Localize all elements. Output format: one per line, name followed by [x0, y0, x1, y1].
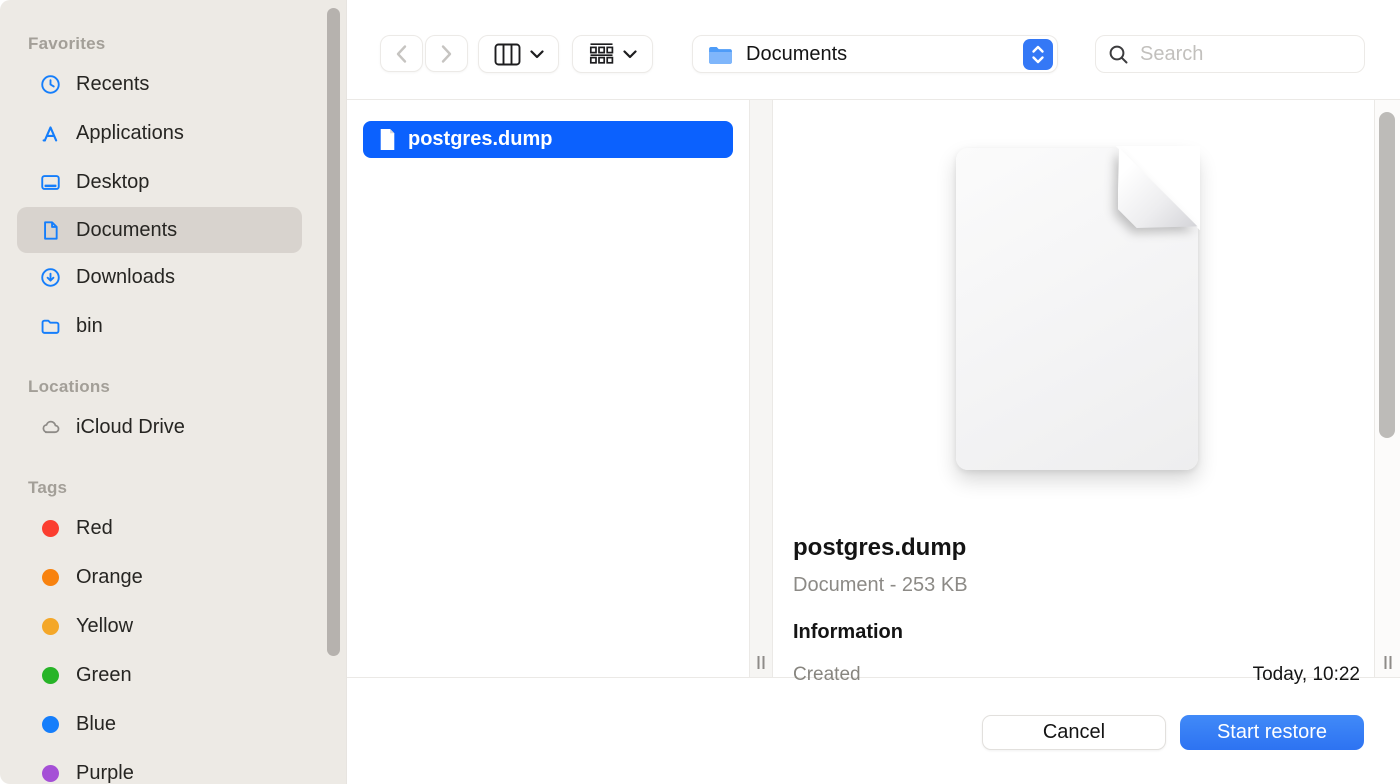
download-circle-icon	[37, 265, 63, 291]
created-label: Created	[793, 664, 861, 686]
sidebar-tag-orange[interactable]: Orange	[0, 553, 346, 602]
tag-dot-purple-icon	[37, 761, 63, 784]
preview-information-heading: Information	[793, 621, 1360, 644]
chevron-left-icon	[395, 44, 408, 64]
location-popup-label: Documents	[746, 43, 1011, 66]
start-restore-button[interactable]: Start restore	[1180, 715, 1364, 750]
toolbar: Documents	[347, 0, 1400, 100]
sidebar-item-bin[interactable]: bin	[0, 302, 346, 351]
tag-dot-blue-icon	[37, 712, 63, 738]
preview-scrollbar-thumb[interactable]	[1379, 112, 1395, 438]
preview-pane: postgres.dump Document - 253 KB Informat…	[773, 100, 1374, 677]
location-popup-button[interactable]: Documents	[692, 35, 1058, 73]
desktop-icon	[37, 170, 63, 196]
tag-dot-yellow-icon	[37, 614, 63, 640]
file-icon	[378, 128, 397, 151]
sidebar-section-tags: Tags	[28, 478, 346, 498]
browser-columns: postgres.dump postgres.dump Document - 2…	[347, 100, 1400, 677]
sidebar-item-documents[interactable]: Documents	[17, 207, 302, 253]
column-divider[interactable]	[749, 100, 773, 677]
folder-icon	[37, 314, 63, 340]
chevron-down-icon	[530, 50, 544, 59]
cloud-icon	[37, 415, 63, 441]
column-resize-handle[interactable]	[758, 656, 765, 669]
magnifier-icon	[1108, 44, 1129, 65]
sidebar: Favorites Recents Applications Desktop D…	[0, 0, 346, 784]
sidebar-item-icloud-drive[interactable]: iCloud Drive	[0, 403, 346, 452]
sidebar-tag-purple[interactable]: Purple	[0, 749, 346, 784]
chevron-down-icon	[623, 50, 637, 59]
sidebar-tag-yellow[interactable]: Yellow	[0, 602, 346, 651]
created-value: Today, 10:22	[1253, 664, 1360, 686]
main-panel: Documents postgres.dump	[346, 0, 1400, 784]
forward-button[interactable]	[425, 35, 468, 72]
sidebar-item-recents[interactable]: Recents	[0, 60, 346, 109]
preview-kind-size: Document - 253 KB	[793, 574, 1360, 597]
sidebar-item-desktop[interactable]: Desktop	[0, 158, 346, 207]
document-preview-icon	[956, 148, 1198, 470]
column-resize-handle[interactable]	[1384, 656, 1391, 669]
preview-file-name: postgres.dump	[793, 534, 1360, 562]
column-view-button[interactable]	[478, 35, 559, 73]
sidebar-scrollbar-thumb[interactable]	[327, 8, 340, 656]
file-list-column: postgres.dump	[347, 100, 749, 677]
group-view-button[interactable]	[572, 35, 653, 73]
sidebar-section-locations: Locations	[28, 377, 346, 397]
up-down-chevrons-icon	[1023, 39, 1053, 70]
preview-created-row: Created Today, 10:22	[793, 664, 1360, 686]
sidebar-tag-blue[interactable]: Blue	[0, 700, 346, 749]
column-view-icon	[494, 43, 521, 66]
sidebar-tag-red[interactable]: Red	[0, 504, 346, 553]
tag-dot-red-icon	[37, 516, 63, 542]
clock-icon	[37, 72, 63, 98]
preview-scrollbar-track	[1374, 100, 1400, 677]
app-store-icon	[37, 121, 63, 147]
search-input[interactable]	[1138, 42, 1352, 67]
back-button[interactable]	[380, 35, 423, 72]
document-icon	[37, 217, 63, 243]
file-picker-dialog: Favorites Recents Applications Desktop D…	[0, 0, 1400, 784]
tag-dot-orange-icon	[37, 565, 63, 591]
dialog-footer: Cancel Start restore	[347, 677, 1400, 784]
sidebar-tag-green[interactable]: Green	[0, 651, 346, 700]
sidebar-section-favorites: Favorites	[28, 34, 346, 54]
cancel-button[interactable]: Cancel	[982, 715, 1166, 750]
file-name: postgres.dump	[408, 128, 552, 151]
sidebar-item-downloads[interactable]: Downloads	[0, 253, 346, 302]
chevron-right-icon	[440, 44, 453, 64]
group-view-icon	[589, 43, 614, 65]
tag-dot-green-icon	[37, 663, 63, 689]
file-row-selected[interactable]: postgres.dump	[363, 121, 733, 158]
sidebar-item-applications[interactable]: Applications	[0, 109, 346, 158]
folder-icon	[707, 43, 734, 66]
search-field	[1095, 35, 1365, 73]
